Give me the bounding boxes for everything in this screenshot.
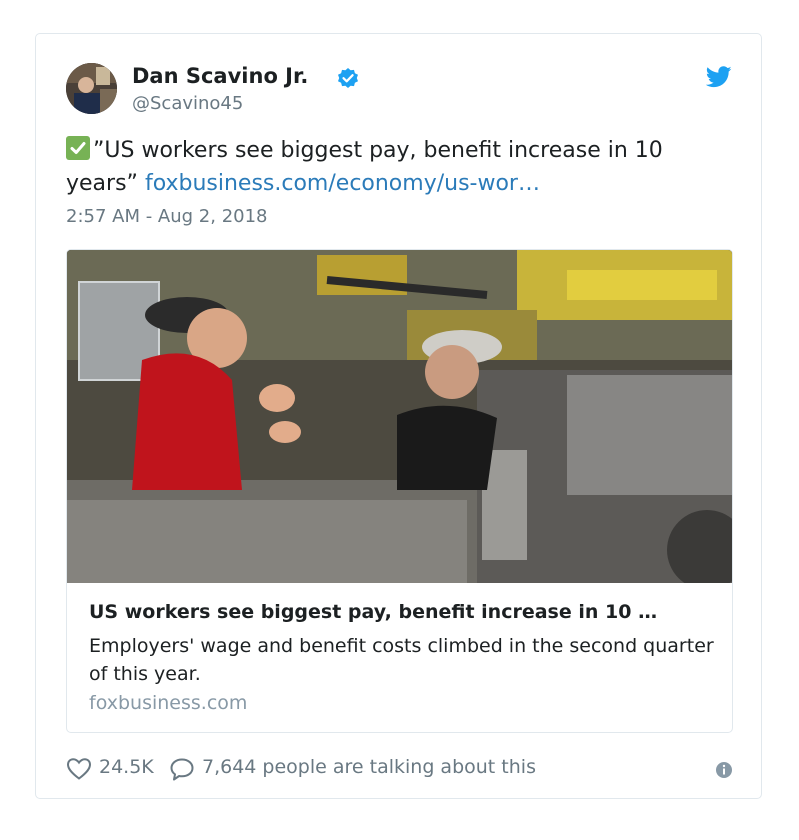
tweet-footer: 24.5K 7,644 people are talking about thi… — [66, 754, 736, 784]
author-name[interactable]: Dan Scavino Jr. — [132, 64, 308, 88]
author-handle[interactable]: @Scavino45 — [132, 93, 243, 114]
verified-icon — [338, 68, 358, 88]
heart-icon[interactable] — [66, 757, 92, 781]
card-description: Employers' wage and benefit costs climbe… — [89, 635, 714, 685]
card-domain[interactable]: foxbusiness.com — [89, 692, 247, 714]
check-mark-emoji-icon — [66, 136, 90, 160]
talking-count[interactable]: 7,644 people are talking about this — [202, 756, 536, 778]
embedded-tweet: Dan Scavino Jr. @Scavino45 ”US workers s… — [35, 33, 762, 799]
tweet-link[interactable]: foxbusiness.com/economy/us-wor… — [145, 171, 540, 196]
tweet-text: ”US workers see biggest pay, benefit inc… — [66, 134, 736, 200]
link-preview-card[interactable]: US workers see biggest pay, benefit incr… — [66, 249, 733, 733]
like-count[interactable]: 24.5K — [99, 756, 154, 778]
card-image[interactable] — [67, 250, 732, 590]
card-title[interactable]: US workers see biggest pay, benefit incr… — [89, 601, 714, 623]
avatar[interactable] — [66, 63, 117, 114]
comment-icon[interactable] — [169, 757, 195, 781]
timestamp[interactable]: 2:57 AM - Aug 2, 2018 — [66, 206, 268, 227]
info-icon[interactable] — [715, 761, 733, 779]
twitter-logo-icon[interactable] — [706, 66, 732, 88]
